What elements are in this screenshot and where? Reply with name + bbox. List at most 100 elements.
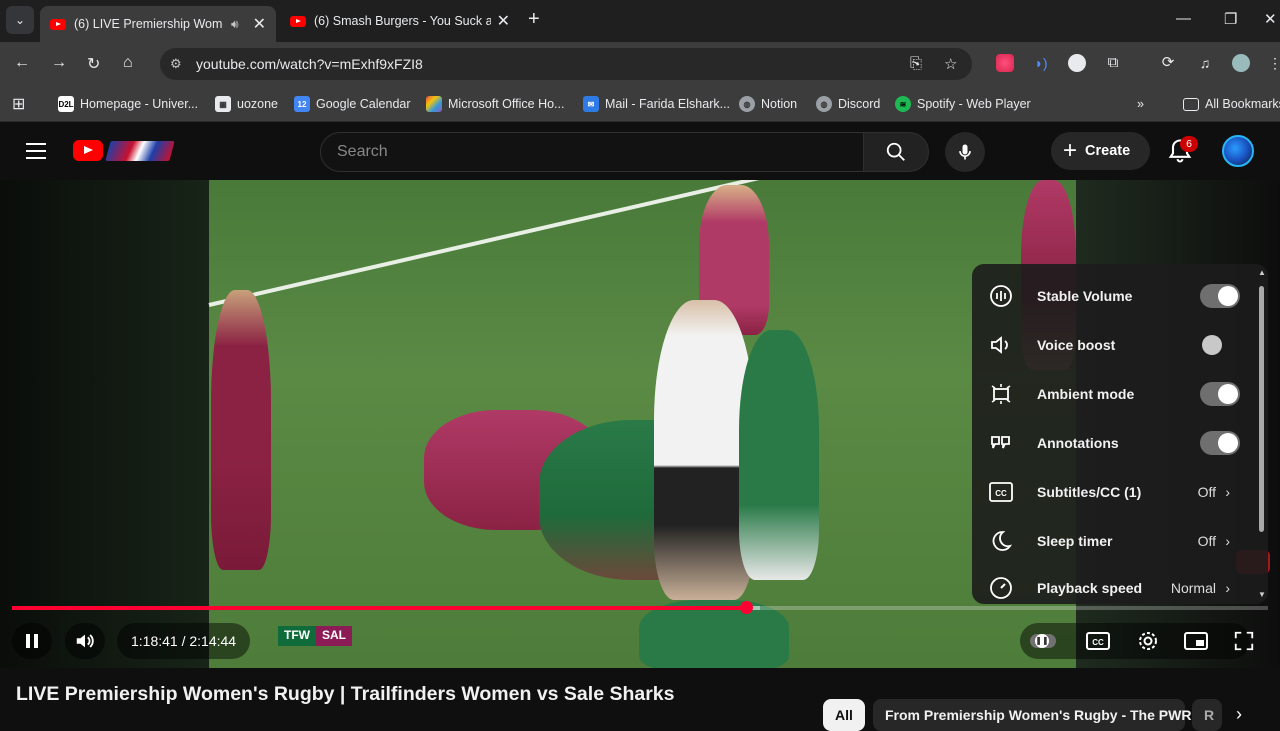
bookmark-label: Discord	[838, 97, 881, 111]
chip-from-channel[interactable]: From Premiership Women's Rugby - The PWR	[873, 699, 1191, 731]
annotations-toggle[interactable]	[1200, 430, 1240, 455]
stable-volume-toggle[interactable]	[1200, 283, 1240, 308]
bookmark-item[interactable]: D2L Homepage - Univer...	[58, 94, 198, 114]
bookmark-item[interactable]: Microsoft Office Ho...	[426, 94, 564, 114]
autoplay-toggle[interactable]: ❚❚	[1030, 623, 1056, 659]
bookmark-item[interactable]: ≋ Spotify - Web Player	[895, 94, 1031, 114]
close-tab-icon[interactable]: ✕	[497, 11, 510, 31]
new-tab-button[interactable]: +	[528, 8, 540, 31]
youtube-logo[interactable]	[73, 140, 103, 161]
pause-button[interactable]	[12, 623, 52, 659]
mute-button[interactable]	[65, 623, 105, 659]
subtitles-button[interactable]: CC	[1084, 623, 1112, 659]
menu-item-annotations[interactable]: Annotations	[972, 418, 1268, 467]
menu-item-sleep-timer[interactable]: Sleep timer Off ›	[972, 516, 1268, 565]
site-info-icon[interactable]: ⚙	[170, 56, 182, 72]
scoreboard-overlay: TFW SAL	[278, 626, 352, 646]
office-icon	[426, 96, 442, 112]
rugby-player	[739, 330, 819, 580]
folder-icon	[1183, 97, 1199, 111]
fullscreen-button[interactable]	[1230, 623, 1258, 659]
scroll-up-arrow-icon[interactable]: ▲	[1258, 268, 1266, 277]
minimize-icon[interactable]: —	[1176, 10, 1191, 27]
d2l-icon: D2L	[58, 96, 74, 112]
tab-title: (6) LIVE Premiership Women	[74, 17, 224, 31]
autoplay-pause-icon: ❚❚	[1035, 634, 1049, 648]
install-app-icon[interactable]: ⎘	[910, 55, 922, 72]
menu-item-playback-speed[interactable]: Playback speed Normal ›	[972, 563, 1268, 604]
chips-next-chevron-icon[interactable]: ›	[1236, 704, 1242, 725]
youtube-header: + Create 6	[0, 123, 1280, 180]
close-window-icon[interactable]: ✕	[1264, 10, 1277, 28]
tab-title: (6) Smash Burgers - You Suck at	[314, 14, 491, 28]
bookmark-item[interactable]: 12 Google Calendar	[294, 94, 411, 114]
close-tab-icon[interactable]: ✕	[253, 14, 266, 34]
video-title: LIVE Premiership Women's Rugby | Trailfi…	[16, 683, 675, 705]
menu-item-ambient-mode[interactable]: Ambient mode	[972, 369, 1268, 418]
chevron-right-icon: ›	[1225, 532, 1230, 549]
pause-icon	[26, 634, 38, 648]
settings-button[interactable]	[1134, 623, 1162, 659]
youtube-doodle-logo[interactable]	[105, 141, 175, 161]
maximize-icon[interactable]: ❐	[1224, 10, 1237, 28]
reload-icon[interactable]: ↻	[87, 54, 100, 74]
menu-item-subtitles[interactable]: CC Subtitles/CC (1) Off ›	[972, 467, 1268, 516]
search-input[interactable]	[337, 143, 837, 161]
ambient-mode-icon	[988, 381, 1014, 407]
all-bookmarks-folder[interactable]: All Bookmarks	[1183, 94, 1280, 114]
menu-item-stable-volume[interactable]: Stable Volume	[972, 271, 1268, 320]
back-icon[interactable]: ←	[14, 54, 30, 72]
menu-kebab-icon[interactable]: ⋮	[1268, 54, 1280, 72]
address-bar[interactable]: ⚙ youtube.com/watch?v=mExhf9xFZI8 ⎘ ☆	[160, 48, 972, 80]
time-display: 1:18:41 / 2:14:44	[117, 623, 251, 659]
menu-item-value: Off	[1197, 483, 1216, 500]
forward-icon[interactable]: →	[51, 54, 67, 72]
menu-item-voice-boost[interactable]: Voice boost	[972, 320, 1268, 369]
youtube-favicon-icon	[50, 18, 66, 30]
bookmark-item[interactable]: ✉ Mail - Farida Elshark...	[583, 94, 730, 114]
performance-icon[interactable]: ⟳	[1159, 54, 1177, 72]
voice-boost-toggle[interactable]	[1200, 333, 1240, 357]
chip-all[interactable]: All	[823, 699, 865, 731]
bookmark-star-icon[interactable]: ☆	[944, 55, 957, 73]
fullscreen-icon	[1234, 631, 1254, 651]
cc-icon: CC	[1086, 632, 1110, 650]
scroll-down-arrow-icon[interactable]: ▼	[1258, 590, 1266, 599]
account-avatar[interactable]	[1222, 135, 1254, 167]
bookmark-item[interactable]: ◍ Discord	[816, 94, 880, 114]
extension-icon[interactable]	[1068, 54, 1086, 72]
home-icon[interactable]: ⌂	[123, 54, 133, 72]
menu-item-label: Stable Volume	[1037, 287, 1133, 304]
media-control-icon[interactable]: ♫	[1196, 54, 1214, 72]
building-icon: ▦	[215, 96, 231, 112]
bookmark-label: Homepage - Univer...	[80, 97, 199, 111]
hamburger-menu-icon[interactable]	[26, 143, 46, 159]
speaker-icon[interactable]: 🔊︎	[231, 17, 239, 32]
bookmark-item[interactable]: ◍ Notion	[739, 94, 797, 114]
voice-search-button[interactable]	[945, 132, 985, 172]
globe-icon: ◍	[816, 96, 832, 112]
svg-text:CC: CC	[1092, 638, 1104, 647]
browser-tab[interactable]: (6) Smash Burgers - You Suck at ✕	[280, 6, 520, 36]
more-bookmarks-icon[interactable]: »	[1137, 94, 1144, 114]
menu-scrollbar[interactable]: ▲ ▼	[1258, 268, 1266, 599]
miniplayer-button[interactable]	[1182, 623, 1210, 659]
extension-icon[interactable]	[996, 54, 1014, 72]
scrubber-handle[interactable]	[740, 601, 753, 614]
profile-avatar[interactable]	[1232, 54, 1250, 72]
tab-search-button[interactable]: ⌄	[6, 6, 34, 34]
extensions-puzzle-icon[interactable]: ⧉	[1104, 54, 1122, 72]
chip-related[interactable]: R	[1192, 699, 1222, 731]
search-button[interactable]	[863, 132, 929, 172]
mail-icon: ✉	[583, 96, 599, 112]
apps-grid-icon[interactable]: ⊞	[12, 94, 25, 114]
scrollbar-thumb[interactable]	[1259, 286, 1264, 532]
away-team: SAL	[316, 626, 352, 646]
create-button[interactable]: + Create	[1051, 132, 1150, 170]
ambient-mode-toggle[interactable]	[1200, 381, 1240, 406]
bookmark-item[interactable]: ▦ uozone	[215, 94, 278, 114]
all-bookmarks-label: All Bookmarks	[1205, 97, 1280, 111]
progress-bar[interactable]	[12, 601, 1268, 614]
browser-tab-active[interactable]: (6) LIVE Premiership Women 🔊︎ ✕	[40, 6, 276, 42]
extension-icon[interactable]: ◗)	[1032, 54, 1050, 72]
